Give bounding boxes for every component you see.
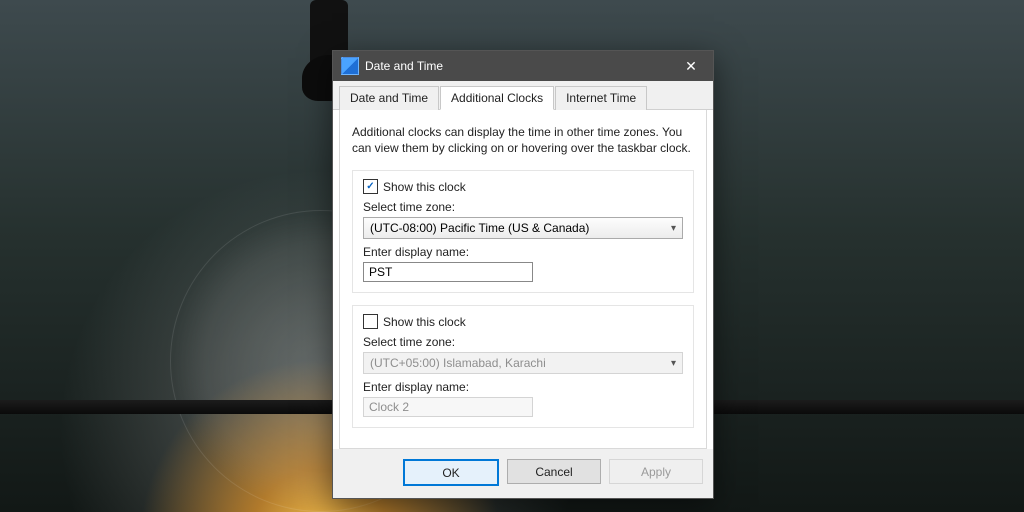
clock2-displayname-input: Clock 2 (363, 397, 533, 417)
clock2-timezone-select: (UTC+05:00) Islamabad, Karachi ▾ (363, 352, 683, 374)
clock1-displayname-input[interactable]: PST (363, 262, 533, 282)
clock1-show-checkbox[interactable] (363, 179, 378, 194)
additional-clocks-panel: Additional clocks can display the time i… (339, 110, 707, 449)
dialog-button-row: OK Cancel Apply (333, 449, 713, 498)
cancel-button[interactable]: Cancel (507, 459, 601, 484)
clock2-show-label: Show this clock (383, 315, 466, 329)
clock1-timezone-value: (UTC-08:00) Pacific Time (US & Canada) (370, 221, 589, 235)
clock2-timezone-label: Select time zone: (363, 335, 683, 349)
tab-internet-time[interactable]: Internet Time (555, 86, 647, 110)
clock2-show-checkbox[interactable] (363, 314, 378, 329)
clock1-timezone-select[interactable]: (UTC-08:00) Pacific Time (US & Canada) ▾ (363, 217, 683, 239)
clock2-group: Show this clock Select time zone: (UTC+0… (352, 305, 694, 428)
date-time-icon (341, 57, 359, 75)
tab-additional-clocks[interactable]: Additional Clocks (440, 86, 554, 110)
clock1-show-label: Show this clock (383, 180, 466, 194)
apply-button: Apply (609, 459, 703, 484)
clock2-displayname-value: Clock 2 (369, 400, 409, 414)
clock1-displayname-label: Enter display name: (363, 245, 683, 259)
chevron-down-icon: ▾ (671, 223, 676, 234)
clock1-group: Show this clock Select time zone: (UTC-0… (352, 170, 694, 293)
clock1-displayname-value: PST (369, 265, 392, 279)
close-icon: ✕ (685, 58, 697, 75)
clock2-timezone-value: (UTC+05:00) Islamabad, Karachi (370, 356, 546, 370)
clock1-timezone-label: Select time zone: (363, 200, 683, 214)
window-title: Date and Time (365, 59, 671, 73)
chevron-down-icon: ▾ (671, 358, 676, 369)
panel-description: Additional clocks can display the time i… (352, 124, 694, 156)
tabstrip: Date and Time Additional Clocks Internet… (333, 81, 713, 110)
ok-button[interactable]: OK (403, 459, 499, 486)
desktop-background: Date and Time ✕ Date and Time Additional… (0, 0, 1024, 512)
tab-date-and-time[interactable]: Date and Time (339, 86, 439, 110)
titlebar[interactable]: Date and Time ✕ (333, 51, 713, 81)
clock2-displayname-label: Enter display name: (363, 380, 683, 394)
date-and-time-dialog: Date and Time ✕ Date and Time Additional… (332, 50, 714, 499)
close-button[interactable]: ✕ (671, 52, 711, 80)
